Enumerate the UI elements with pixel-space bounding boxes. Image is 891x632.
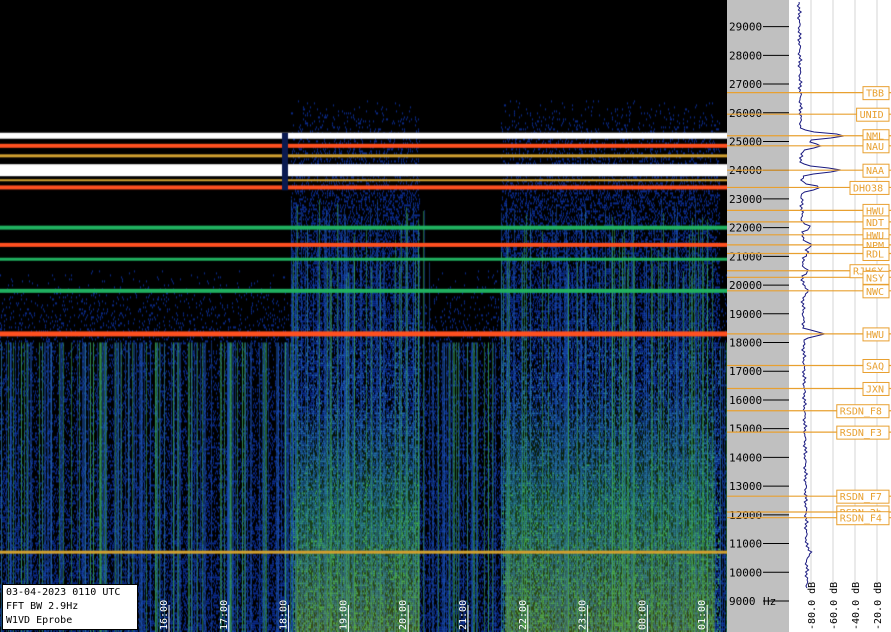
frequency-tick-label: 28000 [729,49,762,62]
frequency-tick-label: 16000 [729,394,762,407]
frequency-tick-label: 27000 [729,78,762,91]
frequency-tick-label: 29000 [729,21,762,34]
waterfall-spectrogram [0,0,727,632]
frequency-tick-label: 11000 [729,538,762,551]
frequency-tick-label: 17000 [729,365,762,378]
frequency-tick-label: 13000 [729,480,762,493]
waterfall-screen: 9000 10000 11000 12000 13000 14000 15000 16000 1… [0,0,891,632]
frequency-tick-label: 21000 [729,250,762,263]
frequency-tick-label: 22000 [729,222,762,235]
frequency-unit-label: Hz [763,595,776,608]
frequency-tick-label: 20000 [729,279,762,292]
frequency-tick-label: 14000 [729,451,762,464]
db-tick-label: -60.0 dB [829,582,840,630]
station-text: W1VD Eprobe [6,615,73,626]
frequency-tick-label: 26000 [729,107,762,120]
frequency-tick-label: 18000 [729,337,762,350]
db-tick-label: -40.0 dB [851,582,862,630]
db-tick-label: -80.0 dB [807,582,818,630]
frequency-tick-label: 24000 [729,164,762,177]
frequency-tick-label: 9000 [729,595,756,608]
frequency-tick-label: 12000 [729,509,762,522]
db-tick-label: -20.0 dB [873,582,884,630]
spectrum-panel: -80.0 dB -60.0 dB -40.0 dB -20.0 dB [789,0,891,632]
spectrum-svg: -80.0 dB -60.0 dB -40.0 dB -20.0 dB [796,0,884,630]
fft-bandwidth-text: FFT BW 2.9Hz [6,601,79,612]
frequency-tick-label: 15000 [729,423,762,436]
frequency-axis: 9000 10000 11000 12000 13000 14000 15000 16000 1… [727,0,789,632]
frequency-tick-label: 19000 [729,308,762,321]
frequency-tick-label: 23000 [729,193,762,206]
frequency-tick-label: 25000 [729,135,762,148]
spectrum-trace [796,1,844,589]
timestamp-text: 03-04-2023 0110 UTC [6,587,121,598]
frequency-tick-label: 10000 [729,566,762,579]
info-box: 03-04-2023 0110 UTC FFT BW 2.9Hz W1VD Ep… [2,584,138,630]
frequency-axis-svg: 9000 10000 11000 12000 13000 14000 15000 16000 1… [729,21,789,608]
